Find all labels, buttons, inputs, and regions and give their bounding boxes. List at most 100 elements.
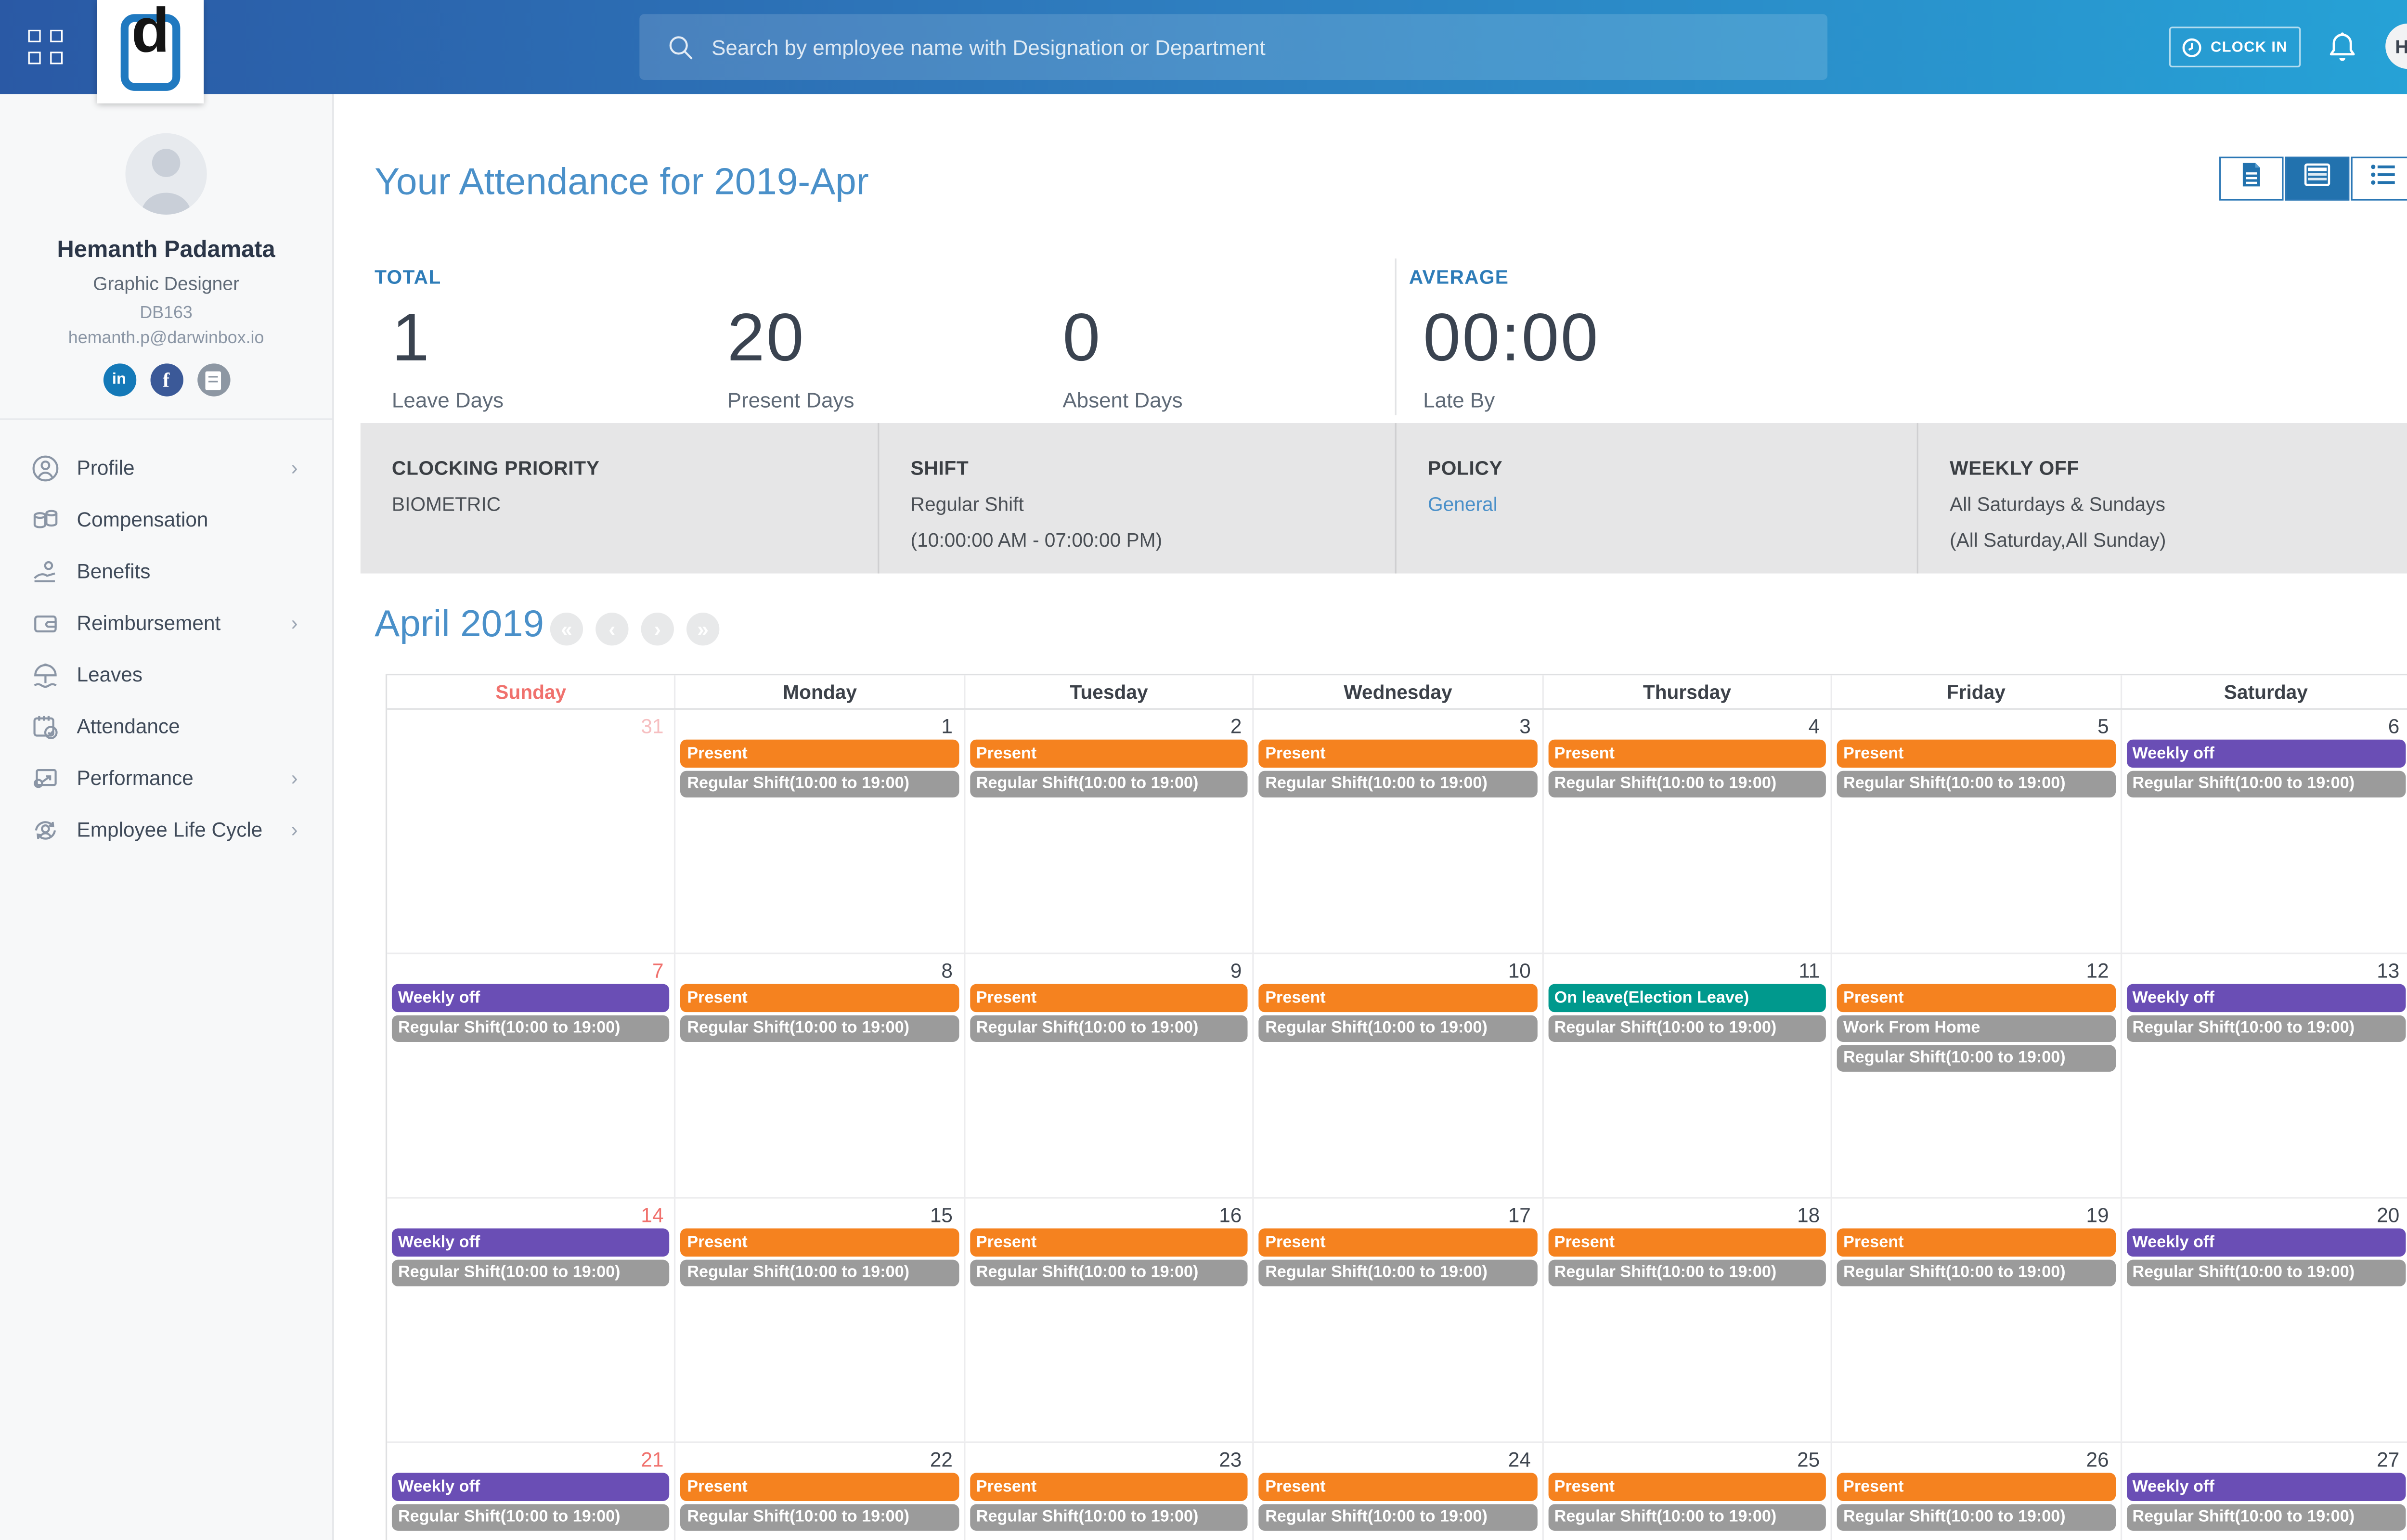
day-badges: PresentRegular Shift(10:00 to 19:00) bbox=[1543, 1473, 1831, 1530]
calendar-day-cell[interactable]: 6Weekly offRegular Shift(10:00 to 19:00) bbox=[2122, 710, 2407, 953]
calendar-day-cell[interactable]: 9PresentRegular Shift(10:00 to 19:00) bbox=[965, 954, 1254, 1197]
sidebar-item-label: Employee Life Cycle bbox=[77, 818, 263, 841]
present-badge: Present bbox=[970, 1228, 1248, 1257]
day-number: 20 bbox=[2122, 1199, 2407, 1224]
chevron-right-icon: › bbox=[291, 611, 298, 635]
apps-grid-icon[interactable] bbox=[28, 30, 63, 64]
search-input[interactable] bbox=[709, 34, 1828, 60]
calendar-day-cell[interactable]: 12PresentWork From HomeRegular Shift(10:… bbox=[1832, 954, 2121, 1197]
calendar-day-cell[interactable]: 14Weekly offRegular Shift(10:00 to 19:00… bbox=[387, 1199, 676, 1442]
calendar-day-cell[interactable]: 24PresentRegular Shift(10:00 to 19:00) bbox=[1254, 1443, 1543, 1540]
present-badge: Present bbox=[1837, 1228, 2115, 1257]
app-root: d CLOCK IN HP bbox=[0, 0, 2407, 1540]
shift-badge: Regular Shift(10:00 to 19:00) bbox=[1548, 1260, 1826, 1286]
calendar-day-cell[interactable]: 7Weekly offRegular Shift(10:00 to 19:00) bbox=[387, 954, 676, 1197]
calendar-day-cell[interactable]: 10PresentRegular Shift(10:00 to 19:00) bbox=[1254, 954, 1543, 1197]
shift-badge: Regular Shift(10:00 to 19:00) bbox=[392, 1260, 670, 1286]
calendar-day-cell[interactable]: 2PresentRegular Shift(10:00 to 19:00) bbox=[965, 710, 1254, 953]
sidebar-item-performance[interactable]: Performance› bbox=[0, 752, 332, 804]
present-badge: Present bbox=[1548, 740, 1826, 768]
clock-icon bbox=[2182, 37, 2202, 57]
page-title: Your Attendance for 2019-Apr bbox=[375, 161, 869, 205]
calendar-day-cell[interactable]: 27Weekly offRegular Shift(10:00 to 19:00… bbox=[2122, 1443, 2407, 1540]
calendar-day-cell[interactable]: 18PresentRegular Shift(10:00 to 19:00) bbox=[1543, 1199, 1832, 1442]
calendar-view-button[interactable] bbox=[2285, 157, 2349, 201]
calendar-day-cell[interactable]: 26PresentRegular Shift(10:00 to 19:00) bbox=[1832, 1443, 2121, 1540]
calendar-day-cell[interactable]: 21Weekly offRegular Shift(10:00 to 19:00… bbox=[387, 1443, 676, 1540]
calendar-day-cell[interactable]: 23PresentRegular Shift(10:00 to 19:00) bbox=[965, 1443, 1254, 1540]
chevron-right-icon: › bbox=[291, 456, 298, 479]
social-links: in f bbox=[0, 363, 332, 420]
policy-link[interactable]: General bbox=[1428, 494, 1917, 516]
sidebar-item-label: Compensation bbox=[77, 508, 208, 531]
shift-badge: Regular Shift(10:00 to 19:00) bbox=[970, 771, 1248, 797]
sidebar-item-reimbursement[interactable]: Reimbursement› bbox=[0, 597, 332, 648]
list-view-button[interactable] bbox=[2351, 157, 2407, 201]
day-number: 4 bbox=[1543, 710, 1831, 735]
day-badges: PresentRegular Shift(10:00 to 19:00) bbox=[965, 984, 1253, 1042]
linkedin-icon[interactable]: in bbox=[103, 363, 135, 396]
present-badge: Present bbox=[681, 740, 959, 768]
sidebar-item-benefits[interactable]: Benefits bbox=[0, 545, 332, 597]
calendar-day-cell[interactable]: 11On leave(Election Leave)Regular Shift(… bbox=[1543, 954, 1832, 1197]
info-value: All Saturdays & Sundays bbox=[1950, 494, 2407, 516]
calendar-day-cell[interactable]: 8PresentRegular Shift(10:00 to 19:00) bbox=[676, 954, 965, 1197]
day-number: 12 bbox=[1832, 954, 2120, 979]
profile-photo-placeholder[interactable] bbox=[125, 133, 207, 215]
calendar-day-cell[interactable]: 19PresentRegular Shift(10:00 to 19:00) bbox=[1832, 1199, 2121, 1442]
calendar-day-cell[interactable]: 1PresentRegular Shift(10:00 to 19:00) bbox=[676, 710, 965, 953]
calendar-day-cell[interactable]: 13Weekly offRegular Shift(10:00 to 19:00… bbox=[2122, 954, 2407, 1197]
present-badge: Present bbox=[970, 984, 1248, 1013]
info-heading: WEEKLY OFF bbox=[1950, 458, 2407, 480]
calendar-day-cell[interactable]: 4PresentRegular Shift(10:00 to 19:00) bbox=[1543, 710, 1832, 953]
average-stat: 00:00 Late By bbox=[1423, 301, 1759, 412]
clock-in-button[interactable]: CLOCK IN bbox=[2169, 26, 2301, 67]
sidebar-item-employee-life-cycle[interactable]: Employee Life Cycle› bbox=[0, 804, 332, 855]
day-number: 6 bbox=[2122, 710, 2407, 735]
shift-badge: Regular Shift(10:00 to 19:00) bbox=[1837, 1260, 2115, 1286]
calendar-day-cell[interactable]: 31 bbox=[387, 710, 676, 953]
day-number: 26 bbox=[1832, 1443, 2120, 1468]
sidebar-item-compensation[interactable]: Compensation bbox=[0, 494, 332, 545]
sidebar-item-label: Profile bbox=[77, 456, 135, 479]
calendar-day-cell[interactable]: 3PresentRegular Shift(10:00 to 19:00) bbox=[1254, 710, 1543, 953]
attendance-calendar: SundayMondayTuesdayWednesdayThursdayFrid… bbox=[386, 674, 2407, 1540]
calendar-day-cell[interactable]: 5PresentRegular Shift(10:00 to 19:00) bbox=[1832, 710, 2121, 953]
present-badge: Present bbox=[1837, 740, 2115, 768]
calendar-day-header-row: SundayMondayTuesdayWednesdayThursdayFrid… bbox=[387, 675, 2407, 710]
present-badge: Present bbox=[1259, 740, 1537, 768]
day-number: 3 bbox=[1254, 710, 1541, 735]
weekoff-badge: Weekly off bbox=[2126, 1473, 2406, 1501]
day-header-saturday: Saturday bbox=[2122, 675, 2407, 708]
document-icon[interactable] bbox=[197, 363, 230, 396]
user-avatar[interactable]: HP bbox=[2385, 24, 2407, 69]
day-number: 15 bbox=[676, 1199, 964, 1224]
facebook-icon[interactable]: f bbox=[150, 363, 182, 396]
first-month-button[interactable]: « bbox=[550, 613, 583, 645]
calendar-day-cell[interactable]: 15PresentRegular Shift(10:00 to 19:00) bbox=[676, 1199, 965, 1442]
day-number: 16 bbox=[965, 1199, 1253, 1224]
day-header-thursday: Thursday bbox=[1543, 675, 1832, 708]
last-month-button[interactable]: » bbox=[686, 613, 719, 645]
calendar-day-cell[interactable]: 22PresentRegular Shift(10:00 to 19:00) bbox=[676, 1443, 965, 1540]
day-number: 5 bbox=[1832, 710, 2120, 735]
sidebar-item-leaves[interactable]: Leaves bbox=[0, 649, 332, 700]
notifications-bell-icon[interactable] bbox=[2328, 31, 2357, 64]
shift-badge: Regular Shift(10:00 to 19:00) bbox=[1259, 1015, 1537, 1042]
total-section-label: TOTAL bbox=[375, 266, 441, 288]
calendar-day-cell[interactable]: 25PresentRegular Shift(10:00 to 19:00) bbox=[1543, 1443, 1832, 1540]
stat-label: Absent Days bbox=[1062, 388, 1398, 412]
prev-month-button[interactable]: ‹ bbox=[595, 613, 628, 645]
day-number: 27 bbox=[2122, 1443, 2407, 1468]
report-view-button[interactable] bbox=[2219, 157, 2283, 201]
next-month-button[interactable]: › bbox=[641, 613, 674, 645]
sidebar-item-profile[interactable]: Profile › bbox=[0, 442, 332, 493]
calendar-day-cell[interactable]: 16PresentRegular Shift(10:00 to 19:00) bbox=[965, 1199, 1254, 1442]
darwinbox-logo[interactable]: d bbox=[97, 0, 204, 103]
calendar-day-cell[interactable]: 20Weekly offRegular Shift(10:00 to 19:00… bbox=[2122, 1199, 2407, 1442]
sidebar-item-attendance[interactable]: Attendance bbox=[0, 700, 332, 752]
present-badge: Present bbox=[681, 1228, 959, 1257]
avatar-initials: HP bbox=[2395, 35, 2407, 57]
calendar-day-cell[interactable]: 17PresentRegular Shift(10:00 to 19:00) bbox=[1254, 1199, 1543, 1442]
shift-badge: Regular Shift(10:00 to 19:00) bbox=[1259, 1504, 1537, 1530]
